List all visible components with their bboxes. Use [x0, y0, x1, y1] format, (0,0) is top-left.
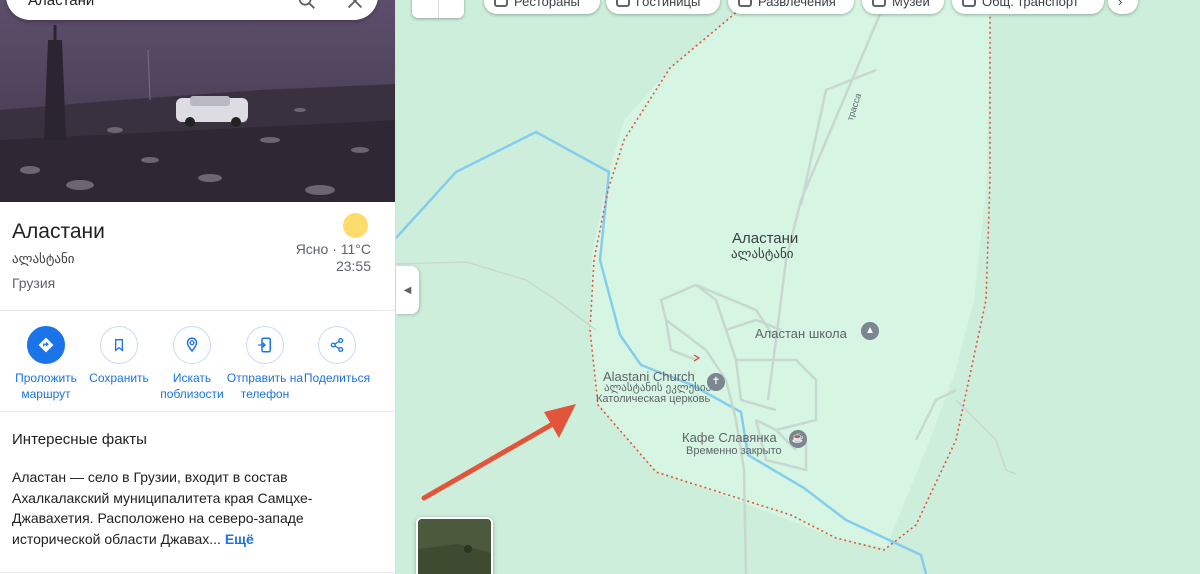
map-toolbar-button[interactable] — [412, 0, 464, 18]
local-time: 23:55 — [335, 258, 371, 274]
place-country: Грузия — [12, 275, 56, 291]
town-label[interactable]: Аластани — [732, 230, 798, 247]
more-link[interactable]: Ещё — [225, 531, 254, 547]
chevron-right-icon: › — [1118, 0, 1123, 9]
poi-cafe-label[interactable]: Кафе Славянка — [682, 430, 777, 445]
layers-thumbnail[interactable] — [416, 517, 493, 574]
map-canvas[interactable]: Аластани ალასტანი трасса Аластан школа ▲… — [396, 0, 1200, 574]
google-maps-window: Аластани Аластани ალასტანი Грузия Ясно ·… — [0, 0, 1200, 574]
sun-icon — [343, 213, 368, 238]
town-label-geo: ალასტანი — [731, 246, 794, 261]
divider — [0, 411, 395, 412]
bookmark-icon — [115, 339, 123, 352]
chip-label: Общ. транспорт — [982, 0, 1079, 9]
chip-label: Гостиницы — [636, 0, 701, 9]
search-icon[interactable] — [296, 0, 318, 12]
hotel-icon — [616, 0, 630, 7]
chip-label: Рестораны — [514, 0, 580, 9]
chip-label: Развлечения — [758, 0, 836, 9]
facts-text: Аластан — село в Грузии, входит в состав… — [12, 467, 372, 549]
church-icon[interactable]: ✝ — [707, 373, 725, 391]
search-query[interactable]: Аластани — [28, 0, 94, 9]
place-panel: Аластани Аластани ალასტანი Грузия Ясно ·… — [0, 0, 396, 574]
divider — [0, 572, 395, 573]
chip-hotels[interactable]: Гостиницы — [606, 0, 720, 14]
share-label: Поделиться — [303, 371, 371, 385]
facts-body: Аластан — село в Грузии, входит в состав… — [12, 469, 313, 547]
poi-school-label[interactable]: Аластан школа — [755, 326, 847, 341]
map-features — [396, 0, 1017, 574]
search-box[interactable]: Аластани — [6, 0, 378, 20]
nearby-label: Искать поблизости — [160, 371, 224, 401]
directions-label: Проложить маршрут — [15, 371, 77, 401]
send-to-phone-button[interactable]: Отправить на телефон — [225, 326, 305, 402]
nearby-button[interactable]: Искать поблизости — [152, 326, 232, 402]
museum-icon — [872, 0, 886, 7]
chip-museums[interactable]: Музеи — [862, 0, 944, 14]
chevron-left-icon: ◀ — [403, 284, 412, 296]
action-bar: Проложить маршрут Сохранить Искать побли… — [0, 326, 395, 406]
chip-entertainment[interactable]: Развлечения — [728, 0, 854, 14]
share-icon — [330, 337, 344, 353]
chip-label: Музеи — [892, 0, 930, 9]
divider — [0, 310, 395, 311]
chip-restaurants[interactable]: Рестораны — [484, 0, 600, 14]
camera-icon — [738, 0, 752, 7]
poi-cafe-sub: Временно закрыто — [686, 445, 782, 457]
directions-icon — [38, 337, 54, 353]
place-title: Аластани — [12, 220, 105, 243]
save-label: Сохранить — [89, 371, 149, 385]
facts-title: Интересные факты — [12, 431, 147, 448]
school-icon[interactable]: ▲ — [861, 322, 879, 340]
collapse-panel-button[interactable]: ◀ — [396, 266, 419, 314]
place-subtitle: ალასტანი — [12, 251, 75, 266]
close-icon[interactable] — [344, 0, 366, 12]
transit-icon — [962, 0, 976, 7]
poi-church-sub: Католическая церковь — [596, 393, 711, 405]
weather-text: Ясно · 11°C — [295, 241, 371, 257]
chip-transit[interactable]: Общ. транспорт — [952, 0, 1104, 14]
place-photo[interactable] — [0, 0, 395, 202]
nearby-icon — [186, 337, 198, 353]
share-button[interactable]: Поделиться — [297, 326, 377, 386]
restaurant-icon — [494, 0, 508, 7]
directions-button[interactable]: Проложить маршрут — [6, 326, 86, 402]
send-to-phone-icon — [258, 337, 271, 353]
annotation-arrow — [421, 404, 576, 501]
cafe-icon[interactable]: ☕ — [789, 430, 807, 448]
send-to-phone-label: Отправить на телефон — [226, 371, 304, 401]
save-button[interactable]: Сохранить — [79, 326, 159, 386]
